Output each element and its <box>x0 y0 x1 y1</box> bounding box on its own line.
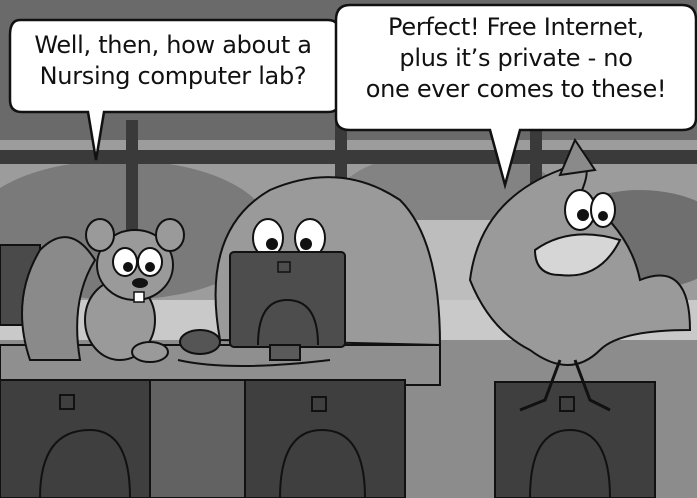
speech-line: plus it’s private - no <box>399 44 633 72</box>
speech-line: one ever comes to these! <box>365 75 667 103</box>
comic-panel: Well, then, how about a Nursing computer… <box>0 0 697 498</box>
squirrel-speech-text: Well, then, how about a Nursing computer… <box>8 30 338 92</box>
speech-line: Perfect! Free Internet, <box>388 13 644 41</box>
speech-line: Nursing computer lab? <box>39 62 307 90</box>
bird-speech-text: Perfect! Free Internet, plus it’s privat… <box>338 12 694 105</box>
speech-line: Well, then, how about a <box>34 31 312 59</box>
